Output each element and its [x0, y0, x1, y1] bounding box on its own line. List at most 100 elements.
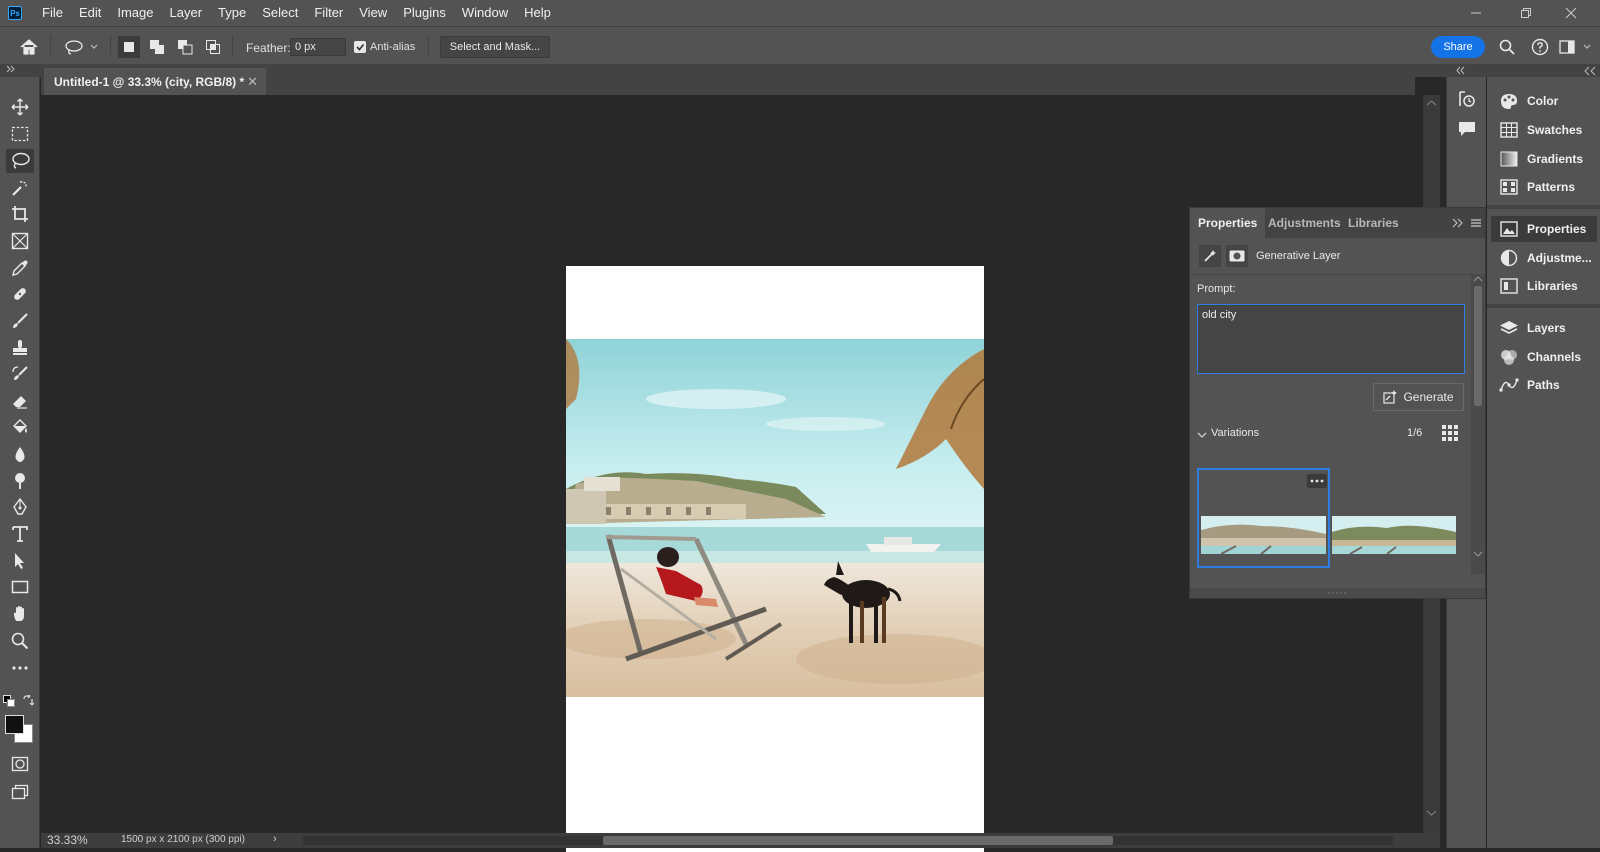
dock-swatches[interactable]: Swatches — [1491, 117, 1597, 143]
menu-edit[interactable]: Edit — [71, 0, 109, 26]
close-window-icon[interactable] — [1548, 0, 1594, 26]
clone-stamp-tool-icon[interactable] — [6, 336, 34, 360]
blur-tool-icon[interactable] — [6, 442, 34, 466]
grid-view-icon[interactable] — [1442, 425, 1458, 441]
canvas-horizontal-scrollbar[interactable] — [303, 836, 1393, 845]
panel-resize-handle[interactable] — [1190, 588, 1485, 598]
menu-plugins[interactable]: Plugins — [395, 0, 454, 26]
path-selection-tool-icon[interactable] — [6, 549, 34, 573]
default-colors-icon[interactable] — [3, 695, 15, 707]
menu-image[interactable]: Image — [109, 0, 161, 26]
tab-adjustments[interactable]: Adjustments — [1260, 208, 1349, 238]
dock-channels[interactable]: Channels — [1491, 344, 1597, 370]
dock-paths[interactable]: Paths — [1491, 372, 1597, 398]
variation-thumbnail-2[interactable] — [1332, 468, 1460, 568]
dock-patterns[interactable]: Patterns — [1491, 174, 1597, 200]
help-icon[interactable] — [1529, 36, 1551, 58]
move-tool-icon[interactable] — [6, 95, 34, 119]
select-and-mask-button[interactable]: Select and Mask... — [440, 36, 550, 58]
menu-filter[interactable]: Filter — [306, 0, 351, 26]
restore-icon[interactable] — [1503, 0, 1549, 26]
quick-mask-icon[interactable] — [6, 752, 34, 776]
more-tools-icon[interactable] — [6, 656, 34, 680]
menu-help[interactable]: Help — [516, 0, 559, 26]
eraser-tool-icon[interactable] — [6, 389, 34, 413]
type-tool-icon[interactable] — [6, 522, 34, 546]
swatches-panel-icon — [1499, 120, 1519, 140]
brush-tool-icon[interactable] — [6, 309, 34, 333]
foreground-color-swatch[interactable] — [5, 715, 24, 734]
screen-mode-icon[interactable] — [6, 780, 34, 804]
status-menu-arrow[interactable]: › — [273, 833, 277, 845]
document-tab[interactable]: Untitled-1 @ 33.3% (city, RGB/8) * ✕ — [44, 68, 266, 95]
dock-separator — [1487, 205, 1600, 209]
variations-chevron-icon[interactable] — [1197, 430, 1207, 440]
menu-view[interactable]: View — [351, 0, 395, 26]
patterns-panel-icon — [1499, 177, 1519, 197]
more-options-icon[interactable] — [1307, 474, 1327, 488]
collapse-panel-icon[interactable] — [1452, 217, 1464, 229]
object-selection-tool-icon[interactable] — [6, 176, 34, 200]
tab-properties[interactable]: Properties — [1190, 208, 1266, 238]
expand-tools-icon[interactable] — [6, 64, 16, 74]
intersect-selection-icon[interactable] — [202, 36, 224, 58]
frame-tool-icon[interactable] — [6, 229, 34, 253]
dock-adjustments[interactable]: Adjustme... — [1491, 245, 1597, 271]
options-bar — [0, 26, 1600, 64]
menu-type[interactable]: Type — [210, 0, 254, 26]
pen-tool-icon[interactable] — [6, 495, 34, 519]
lasso-tool-icon[interactable] — [6, 149, 34, 173]
minimize-icon[interactable] — [1453, 0, 1499, 26]
feather-input[interactable]: 0 px — [290, 38, 346, 56]
dock-color[interactable]: Color — [1491, 88, 1597, 114]
rectangle-tool-icon[interactable] — [6, 575, 34, 599]
share-button[interactable]: Share — [1431, 36, 1485, 58]
divider — [1190, 274, 1485, 275]
dodge-tool-icon[interactable] — [6, 469, 34, 493]
comments-panel-icon[interactable] — [1457, 119, 1477, 139]
document-canvas[interactable] — [566, 266, 984, 852]
search-icon[interactable] — [1496, 36, 1518, 58]
dock-layers[interactable]: Layers — [1491, 315, 1597, 341]
new-selection-icon[interactable] — [118, 36, 140, 58]
paint-bucket-tool-icon[interactable] — [6, 415, 34, 439]
prompt-label: Prompt: — [1197, 283, 1236, 295]
close-tab-icon[interactable]: ✕ — [247, 74, 258, 90]
menu-file[interactable]: File — [34, 0, 71, 26]
dock-gradients[interactable]: Gradients — [1491, 146, 1597, 172]
panel-menu-icon[interactable] — [1470, 217, 1482, 229]
beach-photo-layer[interactable] — [566, 339, 984, 697]
add-selection-icon[interactable] — [146, 36, 168, 58]
swap-colors-icon[interactable] — [22, 695, 34, 707]
dock-properties[interactable]: Properties — [1491, 216, 1597, 242]
zoom-level[interactable]: 33.33% — [47, 833, 88, 847]
dock-libraries[interactable]: Libraries — [1491, 273, 1597, 299]
subtract-selection-icon[interactable] — [174, 36, 196, 58]
healing-brush-tool-icon[interactable] — [6, 282, 34, 306]
hand-tool-icon[interactable] — [6, 602, 34, 626]
history-brush-tool-icon[interactable] — [6, 362, 34, 386]
eyedropper-tool-icon[interactable] — [6, 256, 34, 280]
marquee-tool-icon[interactable] — [6, 122, 34, 146]
prompt-input[interactable]: old city — [1197, 304, 1465, 374]
home-icon[interactable] — [16, 36, 42, 58]
menu-layer[interactable]: Layer — [162, 0, 211, 26]
tab-libraries[interactable]: Libraries — [1340, 208, 1407, 238]
history-panel-icon[interactable] — [1457, 89, 1477, 109]
antialias-checkbox[interactable] — [354, 41, 366, 53]
layer-mask-icon[interactable] — [1226, 245, 1248, 267]
zoom-tool-icon[interactable] — [6, 629, 34, 653]
lasso-preset-icon[interactable] — [62, 36, 102, 58]
variation-thumbnail-1[interactable] — [1197, 468, 1330, 568]
workspace-icon[interactable] — [1556, 36, 1578, 58]
menu-select[interactable]: Select — [254, 0, 306, 26]
generative-layer-icon — [1199, 245, 1221, 267]
generate-button[interactable]: Generate — [1373, 383, 1464, 411]
workspace-chevron-icon[interactable] — [1580, 36, 1594, 58]
crop-tool-icon[interactable] — [6, 202, 34, 226]
color-panel-icon — [1499, 91, 1519, 111]
horizontal-scroll-thumb[interactable] — [603, 836, 1113, 845]
properties-scrollbar[interactable] — [1471, 274, 1485, 574]
menu-bar: Ps File Edit Image Layer Type Select Fil… — [0, 0, 1600, 26]
menu-window[interactable]: Window — [454, 0, 516, 26]
